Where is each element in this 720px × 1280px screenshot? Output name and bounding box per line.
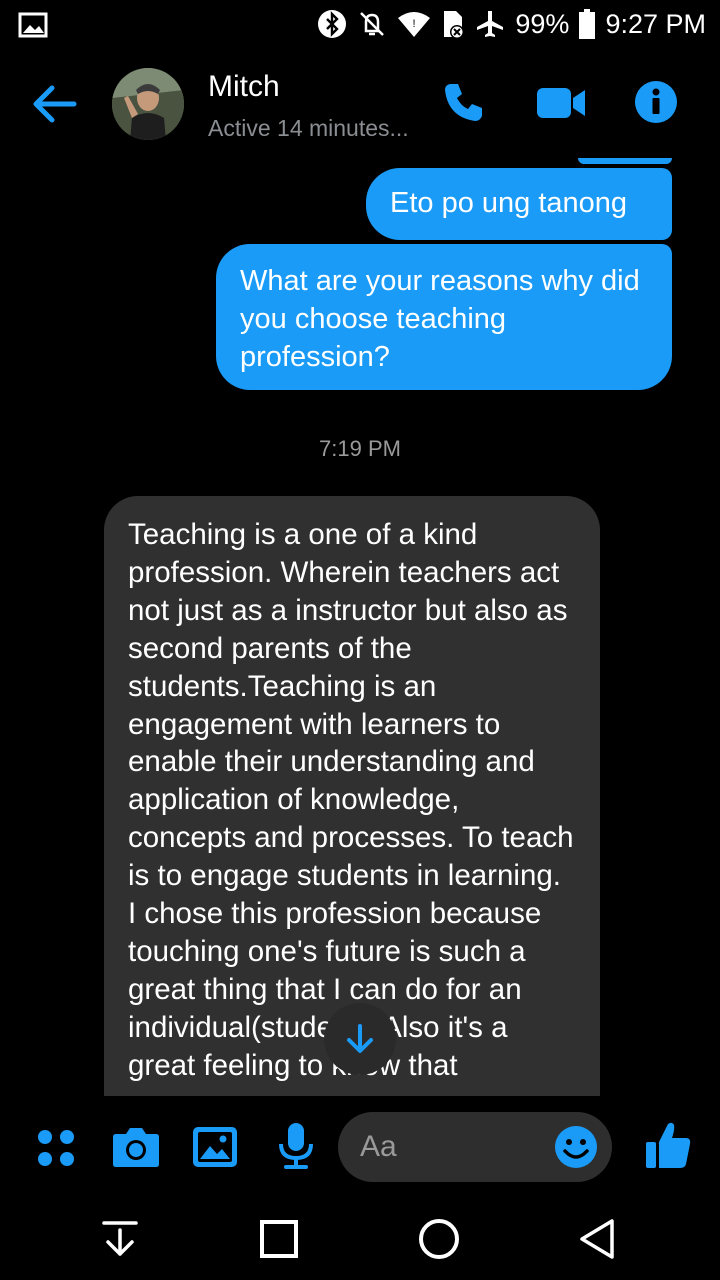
home-icon[interactable] — [418, 1218, 460, 1265]
battery-icon — [579, 9, 596, 39]
phone-icon[interactable] — [442, 80, 486, 129]
conversation-header: Mitch Active 14 minutes... — [0, 58, 720, 158]
message-text: Teaching is a one of a kind profession. … — [128, 518, 574, 1082]
previous-message-edge — [578, 158, 672, 164]
system-nav-bar — [0, 1196, 720, 1280]
battery-text: 99% — [515, 8, 570, 39]
airplane-icon — [475, 9, 505, 39]
recents-icon[interactable] — [260, 1220, 298, 1263]
message-text: What are your reasons why did you choose… — [240, 265, 640, 373]
arrow-down-icon — [347, 1024, 373, 1053]
video-icon[interactable] — [537, 86, 587, 125]
wifi-icon: ! — [397, 10, 431, 38]
sim-icon — [441, 9, 465, 39]
microphone-icon[interactable] — [276, 1122, 316, 1175]
mute-icon — [357, 9, 387, 39]
contact-name[interactable]: Mitch — [208, 70, 280, 104]
gallery-icon — [18, 12, 48, 43]
svg-text:!: ! — [413, 18, 416, 30]
clock: 9:27 PM — [605, 8, 706, 39]
back-icon[interactable] — [578, 1218, 616, 1265]
thumbs-up-icon[interactable] — [644, 1120, 692, 1175]
message-input-placeholder: Aa — [360, 1130, 397, 1163]
nav-down-icon[interactable] — [102, 1220, 138, 1263]
outgoing-message[interactable]: What are your reasons why did you choose… — [216, 244, 672, 390]
composer-bar: Aa — [0, 1096, 720, 1196]
bluetooth-icon — [317, 9, 347, 39]
apps-icon[interactable] — [36, 1128, 76, 1173]
message-input[interactable]: Aa — [338, 1112, 612, 1182]
info-icon[interactable] — [634, 80, 678, 129]
timestamp-separator: 7:19 PM — [319, 436, 401, 461]
camera-icon[interactable] — [112, 1126, 160, 1173]
active-status: Active 14 minutes... — [208, 115, 409, 141]
outgoing-message[interactable]: Eto po ung tanong — [366, 168, 672, 240]
message-list[interactable]: Eto po ung tanong What are your reasons … — [0, 158, 720, 1096]
image-icon[interactable] — [192, 1126, 238, 1173]
message-text: Eto po ung tanong — [390, 187, 628, 219]
avatar[interactable] — [112, 68, 184, 140]
emoji-icon[interactable] — [554, 1125, 598, 1174]
scroll-to-bottom-button[interactable] — [324, 1003, 396, 1075]
back-arrow-icon[interactable] — [30, 80, 82, 128]
status-bar: ! 99% 9:27 PM — [0, 0, 720, 48]
